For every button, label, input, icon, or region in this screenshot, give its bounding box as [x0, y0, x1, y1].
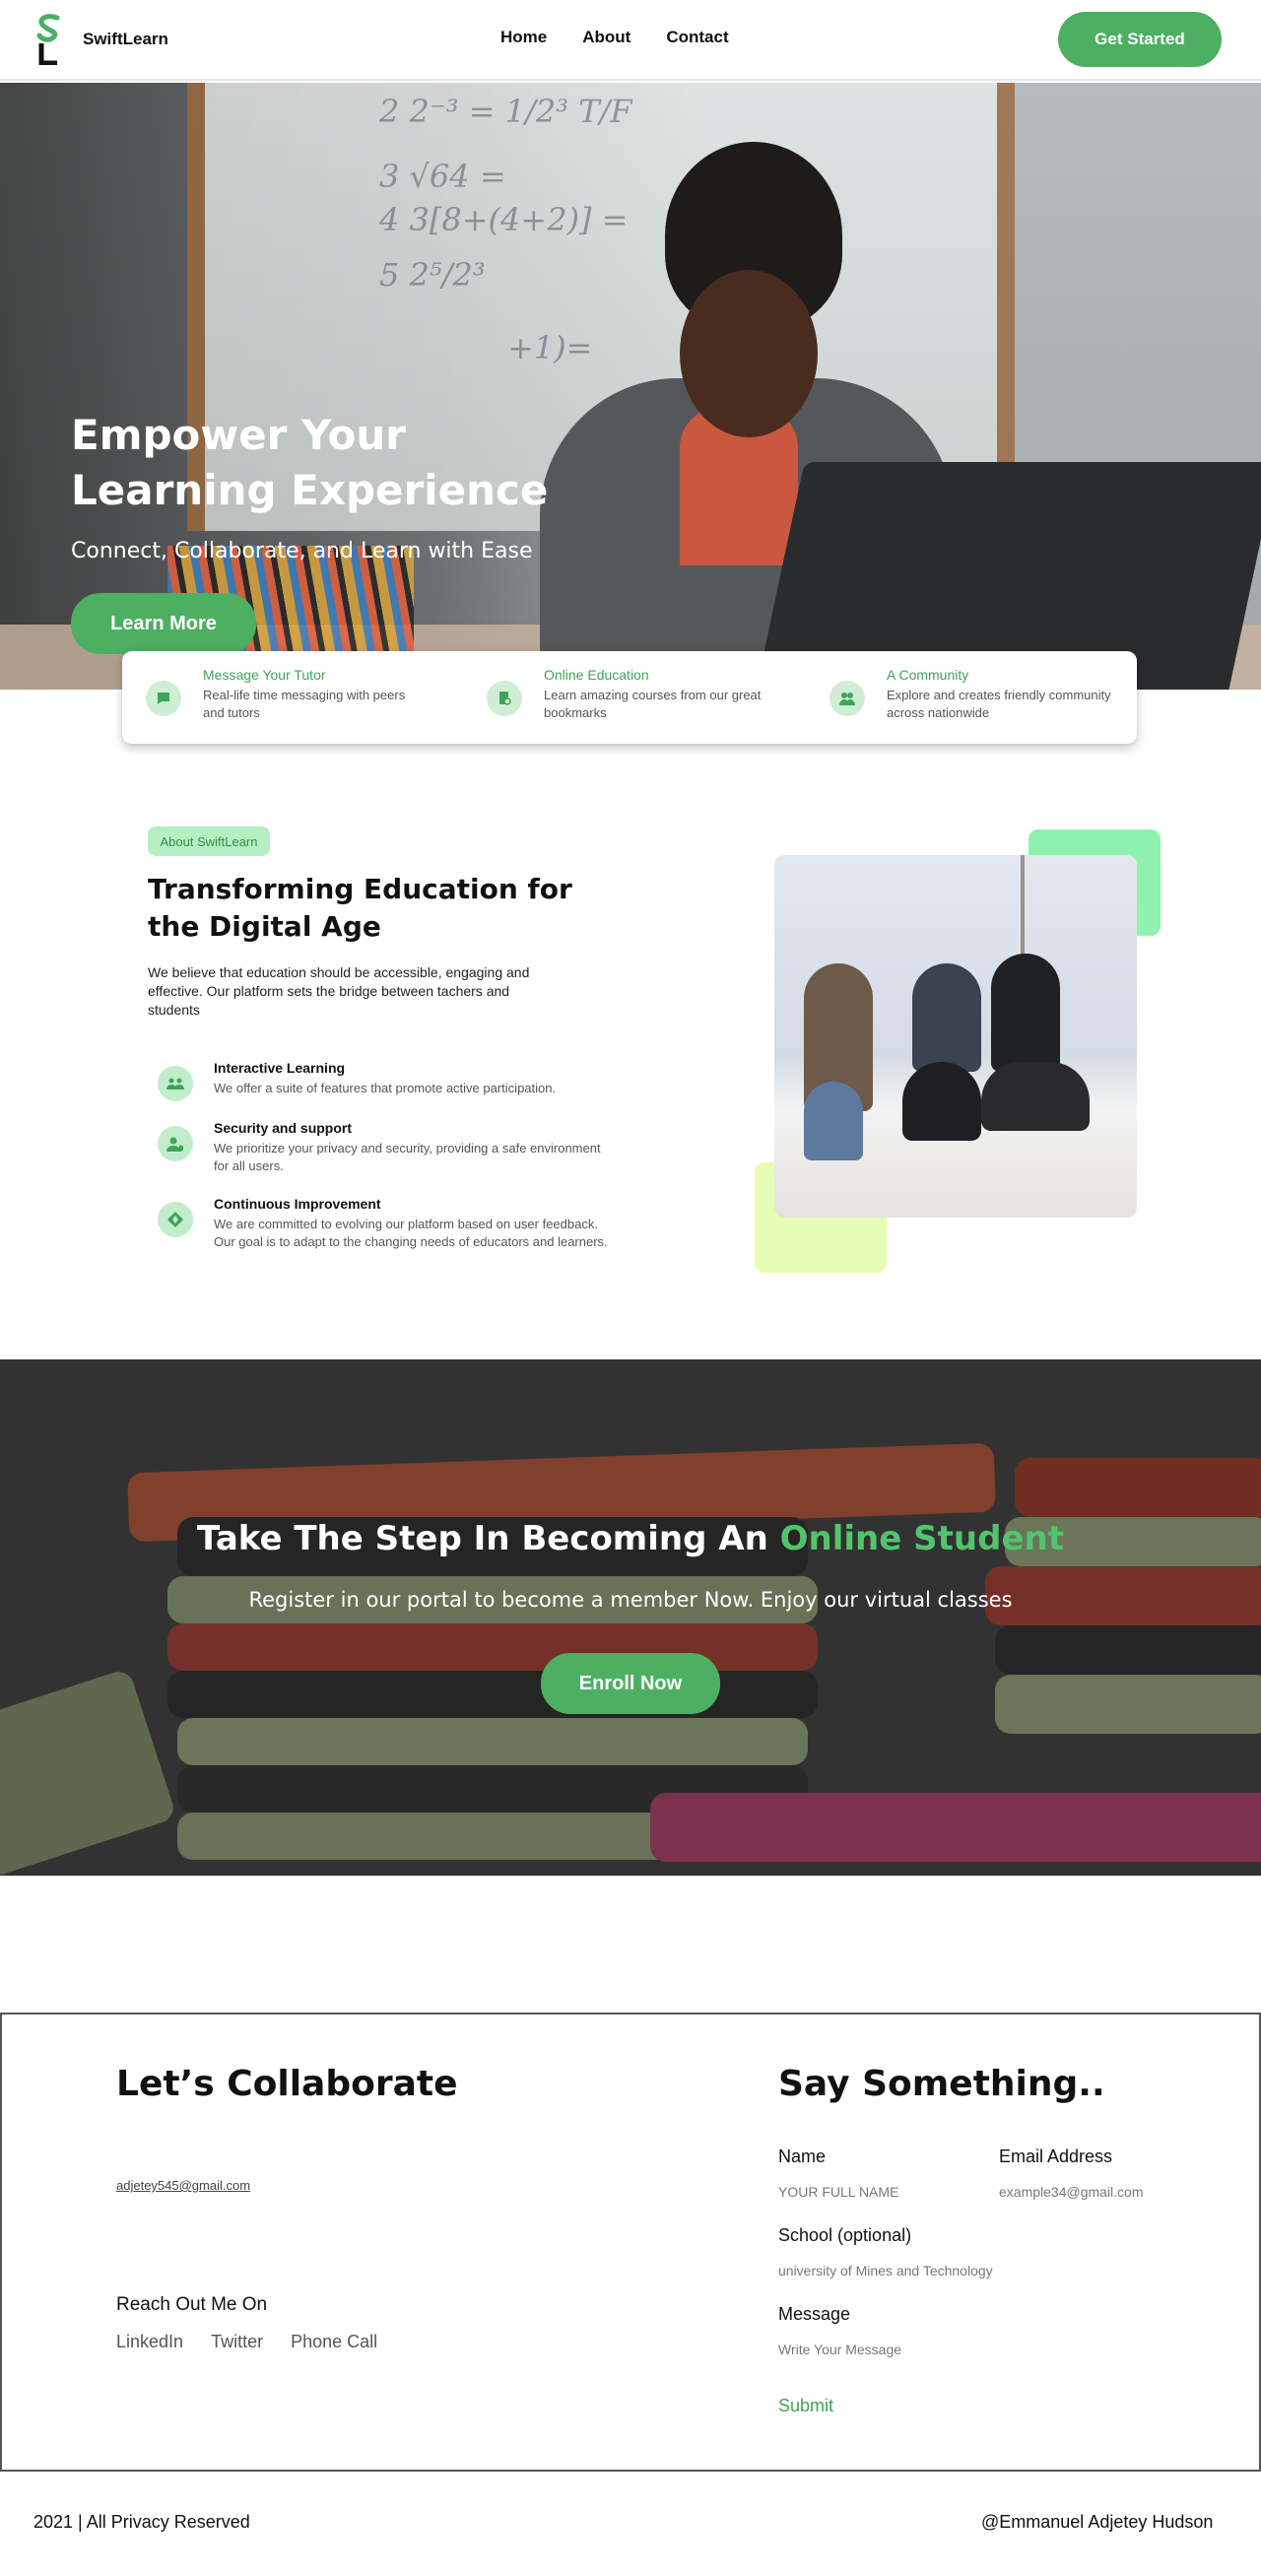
students-jumping-photo [774, 855, 1137, 1218]
cta-section: Take The Step In Becoming An Online Stud… [0, 1359, 1261, 1876]
photo-person [902, 1062, 981, 1141]
board-line: 2 2⁻³ = 1/2³ T/F [379, 93, 632, 130]
logo-icon[interactable] [35, 14, 61, 65]
learn-more-button[interactable]: Learn More [71, 593, 256, 654]
about-title: Transforming Education for the Digital A… [148, 873, 572, 943]
submit-button[interactable]: Submit [778, 2396, 833, 2416]
linkedin-link[interactable]: LinkedIn [116, 2332, 183, 2352]
about-item-desc: We prioritize your privacy and security,… [214, 1141, 601, 1173]
nav-link-contact[interactable]: Contact [666, 28, 728, 47]
book-icon [487, 681, 522, 716]
footer-copyright: 2021 | All Privacy Reserved [33, 2512, 250, 2532]
hero-teacher-face [680, 270, 818, 437]
hero-title: Empower Your Learning Experience [71, 411, 549, 514]
cta-subtitle: Register in our portal to become a membe… [248, 1588, 1013, 1612]
users-icon [158, 1066, 193, 1101]
cta-title: Take The Step In Becoming An Online Stud… [0, 1519, 1261, 1558]
feature-title: Online Education [544, 667, 649, 683]
school-label: School (optional) [778, 2225, 912, 2245]
phone-call-link[interactable]: Phone Call [291, 2332, 377, 2352]
chat-icon [146, 681, 181, 716]
board-line: 3 √64 = [379, 158, 506, 195]
photo-person [804, 1082, 863, 1160]
about-item-title: Security and support [214, 1120, 353, 1136]
message-input[interactable] [778, 2342, 1192, 2357]
feature-desc: Learn amazing courses from our great boo… [544, 688, 762, 720]
email-label: Email Address [999, 2147, 1113, 2166]
form-title: Say Something.. [778, 2064, 1105, 2104]
nav-link-about[interactable]: About [582, 28, 630, 47]
contact-section: Let’s Collaborate adjetey545@gmail.com R… [0, 2013, 1261, 2472]
diamond-icon [158, 1202, 193, 1237]
page: SwiftLearn Home About Contact Get Starte… [0, 0, 1261, 2576]
get-started-button[interactable]: Get Started [1058, 12, 1222, 67]
about-description: We believe that education should be acce… [148, 964, 530, 1018]
group-icon [830, 681, 865, 716]
about-item-desc: We are committed to evolving our platfor… [214, 1217, 608, 1249]
feature-title: A Community [887, 667, 969, 683]
name-input[interactable] [778, 2184, 975, 2200]
about-item-desc: We offer a suite of features that promot… [214, 1081, 557, 1095]
social-links: LinkedIn Twitter Phone Call [116, 2332, 377, 2352]
top-navbar: SwiftLearn Home About Contact Get Starte… [0, 0, 1261, 81]
cta-overlay [0, 1359, 1261, 1876]
cta-title-main: Take The Step In Becoming An [197, 1519, 780, 1558]
nav-link-home[interactable]: Home [500, 28, 547, 47]
feature-desc: Real-life time messaging with peers and … [203, 688, 406, 720]
brand-name[interactable]: SwiftLearn [83, 30, 168, 49]
feature-desc: Explore and creates friendly community a… [887, 688, 1111, 720]
footer-author: @Emmanuel Adjetey Hudson [981, 2512, 1214, 2532]
hero-section: 2 2⁻³ = 1/2³ T/F 3 √64 = 4 3[8+(4+2)] = … [0, 83, 1261, 690]
about-item-title: Interactive Learning [214, 1060, 346, 1076]
user-shield-icon [158, 1126, 193, 1161]
board-line: 5 2⁵/2³ [379, 256, 486, 294]
hero-subtitle: Connect, Collaborate, and Learn with Eas… [71, 539, 533, 563]
board-line: 4 3[8+(4+2)] = [379, 201, 629, 238]
main-menu: Home About Contact [500, 28, 729, 47]
photo-person [912, 963, 981, 1072]
board-line: +1)= [507, 329, 593, 366]
collaborate-title: Let’s Collaborate [116, 2064, 458, 2104]
email-input[interactable] [999, 2184, 1216, 2200]
enroll-now-button[interactable]: Enroll Now [541, 1653, 720, 1714]
school-input[interactable] [778, 2263, 1094, 2279]
reach-out-label: Reach Out Me On [116, 2294, 268, 2315]
about-item-title: Continuous Improvement [214, 1196, 381, 1212]
photo-person [981, 1062, 1090, 1131]
cta-title-highlight: Online Student [779, 1519, 1064, 1558]
photo-person [991, 954, 1060, 1072]
name-label: Name [778, 2147, 827, 2166]
feature-title: Message Your Tutor [203, 667, 326, 683]
message-label: Message [778, 2304, 851, 2324]
features-card: Message Your Tutor Real-life time messag… [122, 651, 1137, 744]
contact-email-link[interactable]: adjetey545@gmail.com [116, 2178, 250, 2193]
about-tag-badge: About SwiftLearn [148, 826, 270, 856]
twitter-link[interactable]: Twitter [211, 2332, 263, 2352]
